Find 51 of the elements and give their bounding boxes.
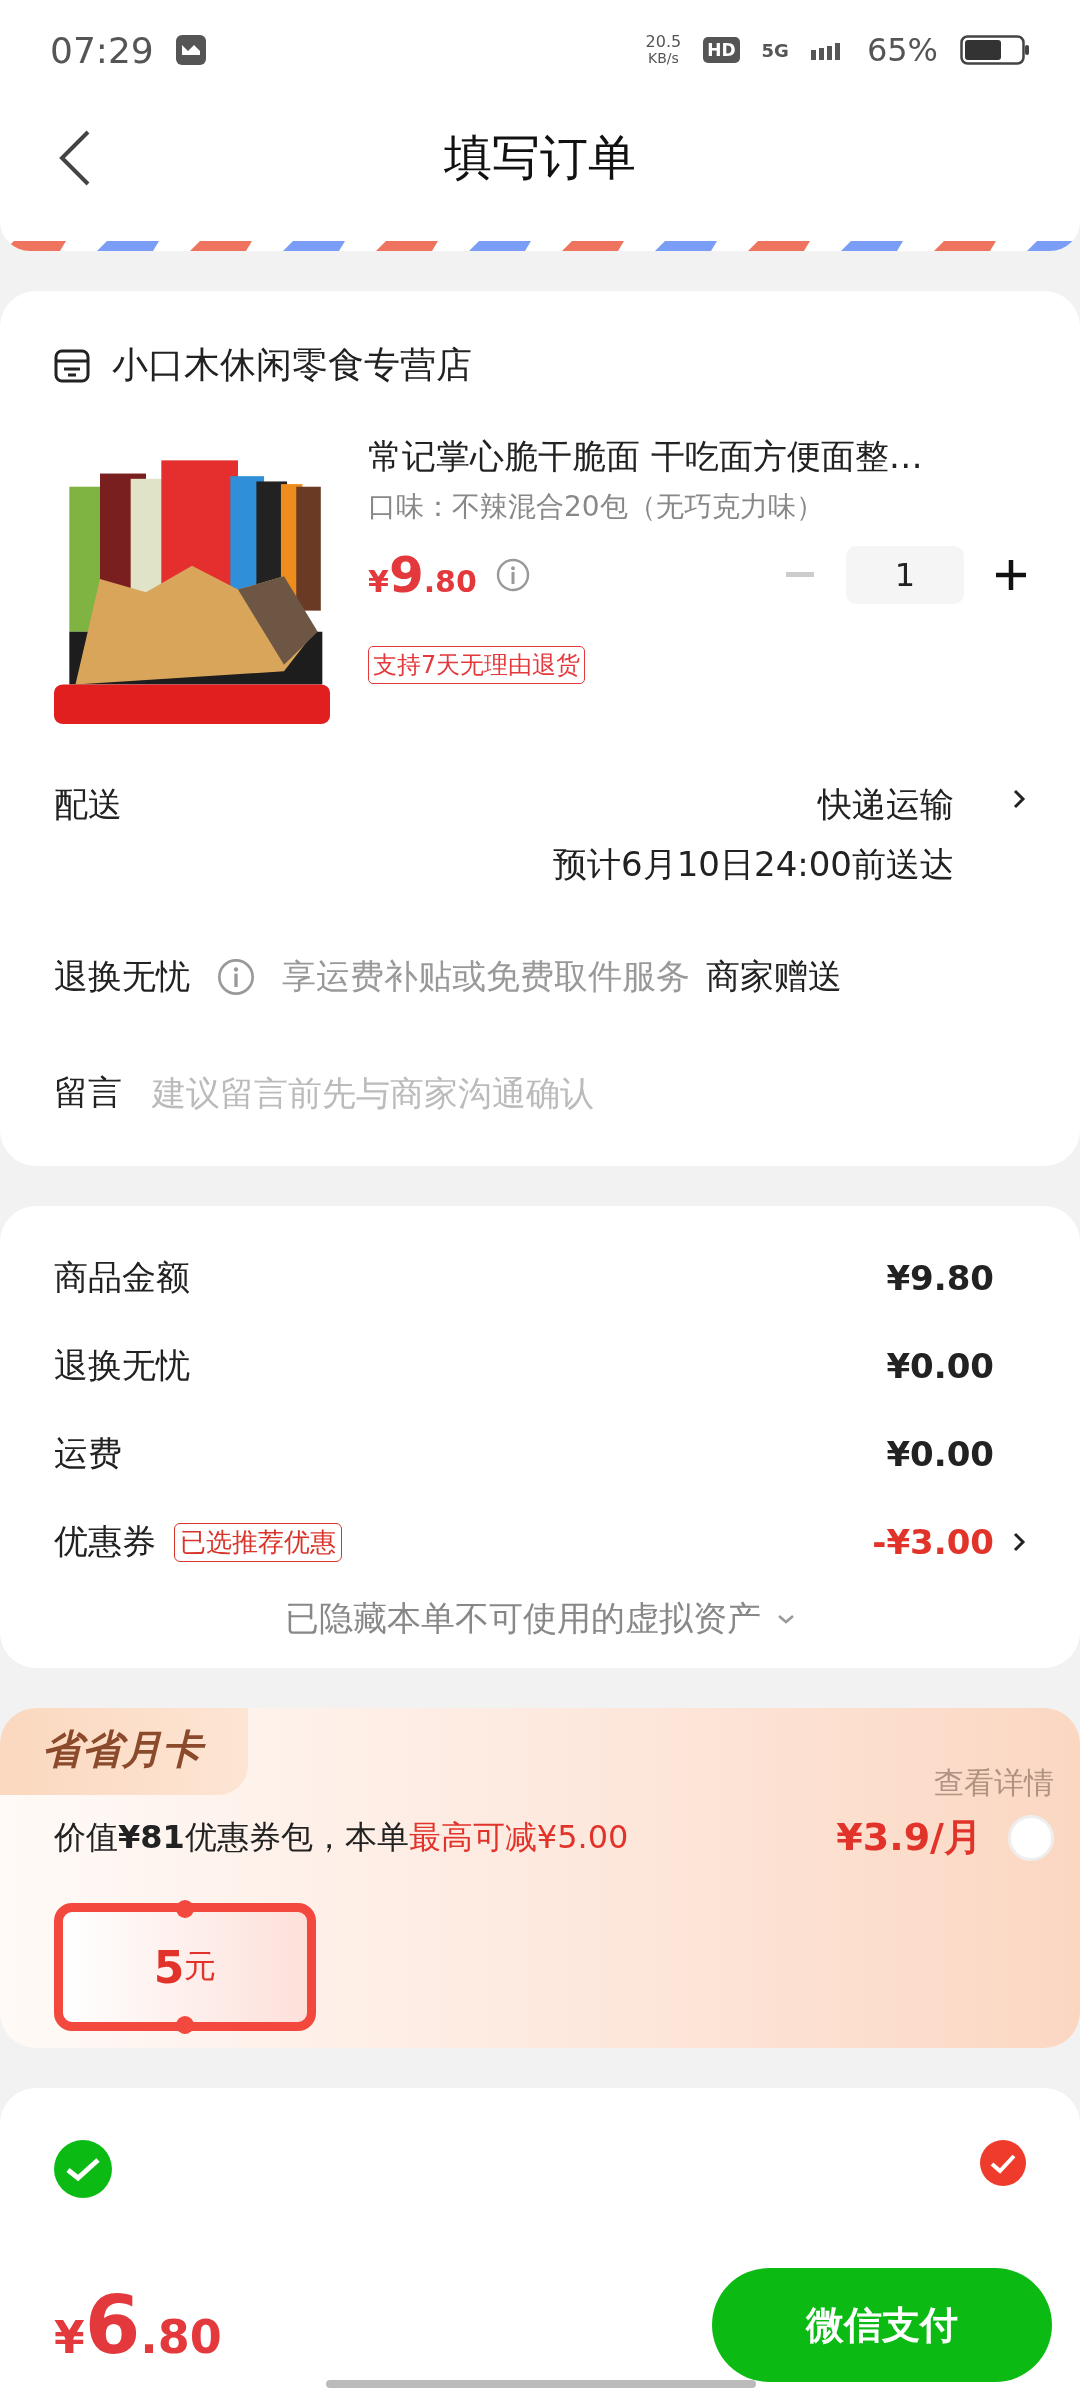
month-card-radio[interactable]	[1008, 1814, 1054, 1861]
delivery-eta: 预计6月10日24:00前送达	[553, 843, 954, 886]
page-title: 填写订单	[444, 127, 636, 187]
returns-description: 享运费补贴或免费取件服务	[282, 955, 690, 998]
delivery-label: 配送	[54, 783, 122, 826]
summary-label: 运费	[54, 1432, 122, 1475]
product-price: ¥9.80	[368, 546, 477, 604]
delivery-method[interactable]: 快递运输	[818, 782, 954, 828]
returns-label: 退换无忧	[54, 955, 190, 998]
info-icon[interactable]	[216, 957, 256, 997]
return-policy-tag: 支持7天无理由退货	[368, 646, 586, 684]
coupon-badge: 已选推荐优惠	[174, 1522, 342, 1562]
chevron-down-icon[interactable]	[777, 1614, 795, 1624]
summary-label: 优惠券	[54, 1520, 156, 1563]
quantity-field[interactable]: 1	[846, 546, 964, 604]
speed-unit: KB/s	[648, 50, 679, 66]
chevron-right-icon[interactable]	[1012, 788, 1026, 810]
summary-value: ¥0.00	[886, 1346, 994, 1386]
message-label: 留言	[54, 1071, 122, 1114]
month-card-title: 省省月卡	[0, 1708, 248, 1795]
details-link[interactable]: 查看详情	[934, 1763, 1054, 1804]
month-card-description: 价值¥81优惠券包，本单最高可减¥5.00	[54, 1816, 629, 1858]
battery-icon	[960, 35, 1030, 65]
hidden-assets-note[interactable]: 已隐藏本单不可使用的虚拟资产	[285, 1596, 761, 1642]
store-icon	[54, 347, 90, 384]
selected-check-icon[interactable]	[980, 2140, 1026, 2186]
network-type: 5G	[761, 39, 789, 61]
back-icon[interactable]	[58, 130, 92, 186]
network-speed: 20.5	[645, 34, 682, 50]
summary-value: ¥9.80	[886, 1258, 994, 1298]
shop-name[interactable]: 小口木休闲零食专营店	[112, 341, 472, 390]
product-spec[interactable]: 口味：不辣混合20包（无巧克力味）	[368, 488, 1026, 526]
summary-label: 商品金额	[54, 1256, 190, 1299]
minus-icon[interactable]	[786, 572, 814, 578]
chevron-right-icon[interactable]	[1012, 1531, 1026, 1553]
battery-percent: 65%	[866, 31, 938, 69]
pay-button[interactable]: 微信支付	[712, 2268, 1052, 2382]
product-title: 常记掌心脆干脆面 干吃面方便面整…	[368, 435, 924, 478]
status-time: 07:29	[50, 29, 154, 71]
total-price: ¥6.80	[54, 2278, 222, 2372]
info-icon[interactable]	[494, 557, 531, 593]
hd-badge: HD	[703, 37, 740, 63]
month-card-price: ¥3.9/月	[836, 1814, 982, 1861]
summary-value: -¥3.00	[872, 1522, 994, 1562]
voucher: 5元	[54, 1903, 316, 2031]
returns-value: 商家赠送	[706, 955, 842, 998]
notification-icon	[175, 35, 206, 65]
summary-label: 退换无忧	[54, 1344, 190, 1387]
wechat-pay-icon[interactable]	[54, 2140, 112, 2198]
plus-icon[interactable]	[996, 560, 1026, 590]
summary-value: ¥0.00	[886, 1434, 994, 1474]
